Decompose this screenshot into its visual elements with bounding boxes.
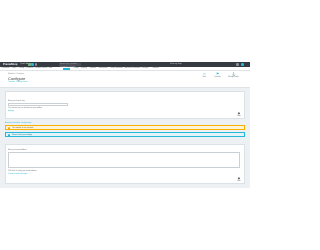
view-shop-link[interactable]: View my shop [170,63,182,66]
tab-configure[interactable]: Configure [141,68,149,71]
tab-design[interactable]: Design [73,68,79,71]
email-input[interactable] [8,152,240,168]
tab-catalog[interactable]: Catalog [18,68,25,71]
manage-hooks-label: Manage hooks [228,77,239,79]
tab-orders[interactable]: Orders [11,68,17,71]
tab-shipping[interactable]: Shipping [80,68,87,71]
admin-window: PrestaShop 1.7 Quick Access Search (e.g.… [0,62,250,188]
info-icon: i [7,134,10,137]
license-input[interactable] [8,103,68,106]
settings-panel: Enter your license key Your license key … [5,91,245,119]
back-label: Back [202,77,207,79]
back-button[interactable]: ⇐ Back [200,72,209,82]
shop-status-icon[interactable] [28,63,31,66]
arrow-back-icon: ⇐ [203,72,206,76]
warning-text: Your module is not activated. [12,127,34,129]
tab-dashboard[interactable]: Dashboard [1,68,10,71]
version-label: 1.7 [15,63,18,66]
bell-icon[interactable] [236,63,239,66]
manage-hooks-button[interactable]: ⚓ Manage hooks [226,72,241,82]
breadcrumb[interactable]: Modules / Configure [8,73,24,75]
search-input[interactable]: Search (e.g.: product reference, custome [59,63,81,68]
info-text: Please check your settings. [12,134,33,136]
save-button[interactable]: ▣ Save [236,112,242,118]
email-label: Enter your email address [8,149,27,151]
contact-developer-link[interactable]: Contact module developer [8,173,28,175]
settings-link[interactable]: Settings [8,110,14,112]
tab-modules[interactable]: Modules [63,67,71,71]
tab-customer-service[interactable]: Customer Service [34,68,48,71]
tab-shop-parameters[interactable]: Shop Parameters [110,68,124,71]
license-label: Enter your license key [8,100,25,102]
translate-label: Translate [214,77,221,79]
save-button-2[interactable]: ▣ Save [236,177,242,183]
tab-modules-2[interactable]: Modules [152,68,159,71]
notifications-icon[interactable] [31,63,34,66]
verify-hint: Click here to verify your email address [8,170,37,172]
tab-customers[interactable]: Customers [25,68,34,71]
section-title: Advanced module configuration [5,122,32,124]
avatar[interactable] [241,63,244,66]
tab-advanced-parameters[interactable]: Advanced Parameters [124,68,141,71]
flag-icon: ⚑ [215,72,220,76]
page-subtitle[interactable]: Translate · Manage hooks [8,81,28,83]
warning-icon: ! [7,127,10,130]
save-label: Save [237,180,241,182]
module-config-panel: Enter your email address Click here to v… [5,144,245,184]
orders-icon[interactable] [34,63,38,66]
tab-international[interactable]: International [98,68,108,71]
license-hint: Your license key can be found in your ad… [8,107,42,109]
translate-button[interactable]: ⚑ Translate [213,72,222,82]
tab-stats[interactable]: Stats [48,68,53,71]
save-label: Save [237,115,241,117]
anchor-icon: ⚓ [231,72,237,76]
tab-payment[interactable]: Payment [89,68,96,71]
info-alert: i Please check your settings. [5,132,245,137]
page-header: Modules / Configure Configure Translate … [0,71,250,88]
warning-alert: ! Your module is not activated. [5,125,245,130]
